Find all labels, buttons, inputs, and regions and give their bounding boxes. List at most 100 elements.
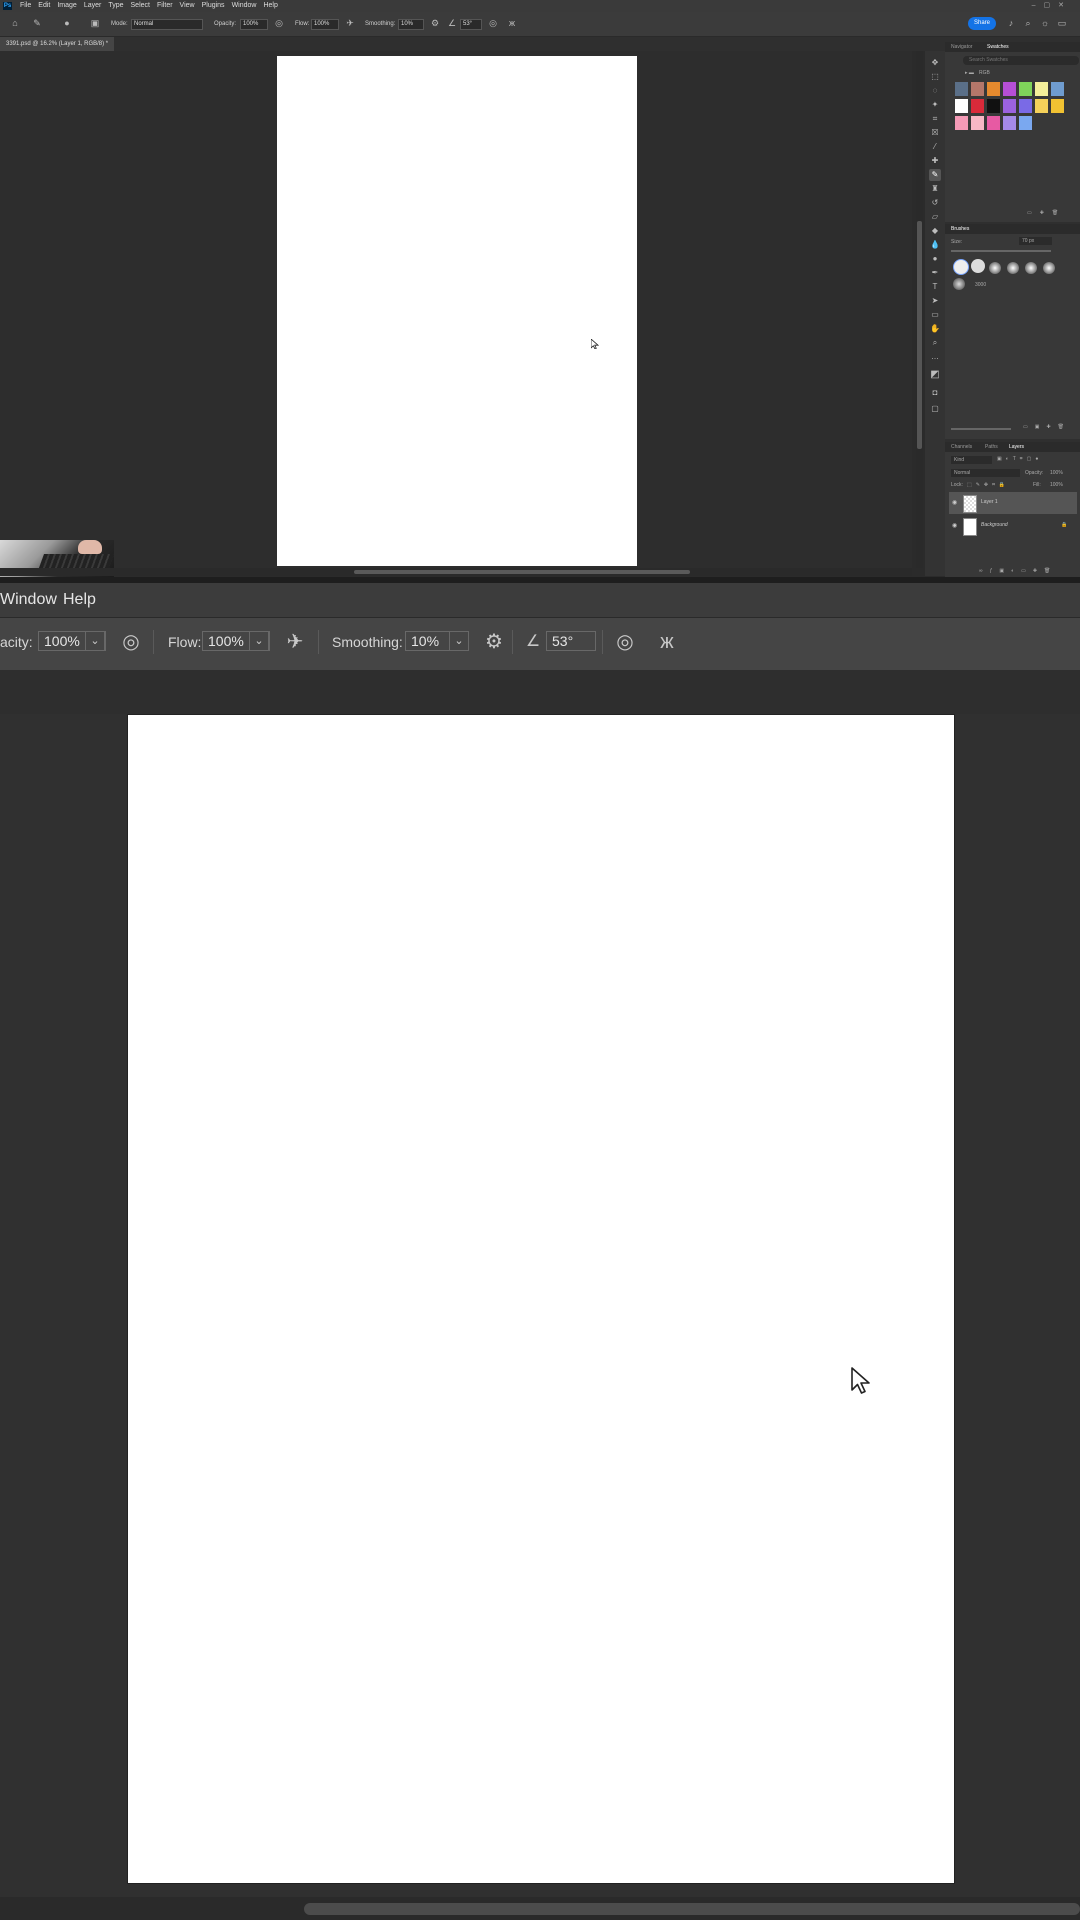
lasso-tool-icon[interactable]: ◌ bbox=[929, 85, 941, 97]
screen-mode-icon[interactable]: ▢ bbox=[929, 403, 941, 415]
color-swatch[interactable] bbox=[1019, 116, 1032, 130]
more-tools-icon[interactable]: … bbox=[929, 351, 941, 363]
document-tab[interactable]: 3391.psd @ 16.2% (Layer 1, RGB/8) * bbox=[0, 37, 115, 51]
fill-field[interactable]: 100% bbox=[1050, 482, 1063, 488]
color-swatch[interactable] bbox=[1051, 82, 1064, 96]
crop-tool-icon[interactable]: ⌗ bbox=[929, 113, 941, 125]
tab-layers[interactable]: Layers bbox=[1009, 442, 1024, 452]
angle-field[interactable]: 53° bbox=[546, 631, 573, 651]
color-swatch[interactable] bbox=[1019, 99, 1032, 113]
menu-help[interactable]: Help bbox=[263, 0, 277, 12]
swatch-group-label[interactable]: RGB bbox=[979, 70, 990, 76]
layer-name[interactable]: Layer 1 bbox=[981, 499, 998, 505]
color-swatch[interactable] bbox=[987, 99, 1000, 113]
brush-tool-icon[interactable]: ✎ bbox=[32, 18, 42, 29]
search-icon[interactable]: ⌕ bbox=[1023, 18, 1033, 29]
layer-filter-icons[interactable]: ▣◐T⌗▢● bbox=[997, 456, 1042, 462]
tab-paths[interactable]: Paths bbox=[985, 442, 998, 452]
rectangle-tool-icon[interactable]: ▭ bbox=[929, 309, 941, 321]
brush-preset-icon[interactable]: ● bbox=[62, 18, 72, 29]
menu-layer[interactable]: Layer bbox=[84, 0, 102, 12]
smoothing-field[interactable]: 10% bbox=[398, 19, 424, 30]
pressure-size-icon[interactable]: ◎ bbox=[488, 18, 498, 29]
history-brush-tool-icon[interactable]: ↺ bbox=[929, 197, 941, 209]
smoothing-dropdown-chevron-icon[interactable]: ⌄ bbox=[449, 631, 469, 651]
horizontal-scrollbar[interactable] bbox=[0, 568, 912, 576]
color-swatch[interactable] bbox=[971, 116, 984, 130]
color-swatch[interactable] bbox=[987, 82, 1000, 96]
symmetry-butterfly-icon[interactable]: ж bbox=[655, 630, 679, 654]
color-swatch[interactable] bbox=[1003, 116, 1016, 130]
menu-help[interactable]: Help bbox=[63, 583, 96, 617]
blur-tool-icon[interactable]: 💧 bbox=[929, 239, 941, 251]
angle-field[interactable]: 53° bbox=[460, 19, 482, 30]
tab-brushes[interactable]: Brushes bbox=[951, 224, 969, 234]
flow-field[interactable]: 100% bbox=[202, 631, 244, 651]
tab-swatches[interactable]: Swatches bbox=[987, 42, 1009, 52]
share-button[interactable]: Share bbox=[968, 17, 996, 30]
scroll-thumb[interactable] bbox=[354, 570, 690, 574]
lock-icons[interactable]: ⬚✎✥⌗🔒 bbox=[967, 482, 1009, 488]
menu-select[interactable]: Select bbox=[131, 0, 150, 12]
color-swatch[interactable] bbox=[1051, 99, 1064, 113]
color-swatch[interactable] bbox=[1003, 99, 1016, 113]
color-swatch[interactable] bbox=[971, 99, 984, 113]
zoomed-document-canvas[interactable] bbox=[128, 715, 954, 1883]
opacity-field[interactable]: 100% bbox=[38, 631, 80, 651]
menu-window[interactable]: Window bbox=[232, 0, 257, 12]
foreground-background-color-icon[interactable]: ◩ bbox=[929, 369, 941, 381]
scroll-thumb[interactable] bbox=[304, 1903, 1080, 1915]
menu-type[interactable]: Type bbox=[108, 0, 123, 12]
brush-tip[interactable] bbox=[1007, 262, 1019, 274]
smoothing-options-gear-icon[interactable]: ⚙ bbox=[482, 630, 506, 654]
menu-file[interactable]: File bbox=[20, 0, 31, 12]
menu-view[interactable]: View bbox=[180, 0, 195, 12]
brush-settings-icon[interactable]: ▣ bbox=[90, 18, 100, 29]
menu-edit[interactable]: Edit bbox=[38, 0, 50, 12]
clone-stamp-tool-icon[interactable]: ♜ bbox=[929, 183, 941, 195]
brush-tip[interactable] bbox=[989, 262, 1001, 274]
color-swatch[interactable] bbox=[987, 116, 1000, 130]
notifications-bell-icon[interactable]: ♪ bbox=[1006, 18, 1016, 29]
frame-tool-icon[interactable]: ☒ bbox=[929, 127, 941, 139]
color-swatch[interactable] bbox=[1035, 99, 1048, 113]
menu-filter[interactable]: Filter bbox=[157, 0, 173, 12]
paint-bucket-tool-icon[interactable]: ◆ bbox=[929, 225, 941, 237]
quick-mask-icon[interactable]: ◘ bbox=[929, 387, 941, 399]
brush-tool-icon[interactable]: ✎ bbox=[929, 169, 941, 181]
zoomed-horizontal-scrollbar[interactable] bbox=[0, 1897, 1080, 1920]
brush-tip[interactable] bbox=[953, 278, 965, 290]
color-swatch[interactable] bbox=[955, 82, 968, 96]
airbrush-icon[interactable]: ✈ bbox=[345, 18, 355, 29]
hand-tool-icon[interactable]: ✋ bbox=[929, 323, 941, 335]
brushes-footer-icons[interactable]: ▭▣✚🗑 bbox=[1023, 424, 1071, 430]
smoothing-options-gear-icon[interactable]: ⚙ bbox=[430, 18, 440, 29]
blend-mode-select[interactable]: Normal bbox=[951, 469, 1020, 477]
move-tool-icon[interactable]: ✥ bbox=[929, 57, 941, 69]
type-tool-icon[interactable]: T bbox=[929, 281, 941, 293]
layer-row-background[interactable]: ◉ Background 🔒 bbox=[949, 515, 1077, 537]
workspace-icon[interactable]: ▭ bbox=[1057, 18, 1067, 29]
layer-opacity-field[interactable]: 100% bbox=[1050, 470, 1063, 476]
eyedropper-tool-icon[interactable]: ⁄ bbox=[929, 141, 941, 153]
symmetry-butterfly-icon[interactable]: ж bbox=[507, 18, 517, 29]
menu-plugins[interactable]: Plugins bbox=[202, 0, 225, 12]
opacity-dropdown-chevron-icon[interactable]: ⌄ bbox=[85, 631, 105, 651]
path-selection-tool-icon[interactable]: ➤ bbox=[929, 295, 941, 307]
menu-image[interactable]: Image bbox=[57, 0, 76, 12]
eraser-tool-icon[interactable]: ▱ bbox=[929, 211, 941, 223]
layer-name[interactable]: Background bbox=[981, 522, 1008, 528]
color-swatch[interactable] bbox=[1003, 82, 1016, 96]
tab-channels[interactable]: Channels bbox=[951, 442, 972, 452]
color-swatch[interactable] bbox=[955, 99, 968, 113]
opacity-field[interactable]: 100% bbox=[240, 19, 268, 30]
visibility-eye-icon[interactable]: ◉ bbox=[952, 499, 957, 506]
healing-brush-tool-icon[interactable]: ✚ bbox=[929, 155, 941, 167]
tab-navigator[interactable]: Navigator bbox=[951, 42, 972, 52]
window-controls[interactable]: –▢✕ bbox=[1032, 0, 1072, 12]
swatches-search-input[interactable]: Search Swatches bbox=[963, 56, 1079, 65]
brush-tip[interactable] bbox=[1025, 262, 1037, 274]
visibility-eye-icon[interactable]: ◉ bbox=[952, 522, 957, 529]
flow-field[interactable]: 100% bbox=[311, 19, 339, 30]
vertical-scrollbar[interactable] bbox=[916, 51, 923, 568]
